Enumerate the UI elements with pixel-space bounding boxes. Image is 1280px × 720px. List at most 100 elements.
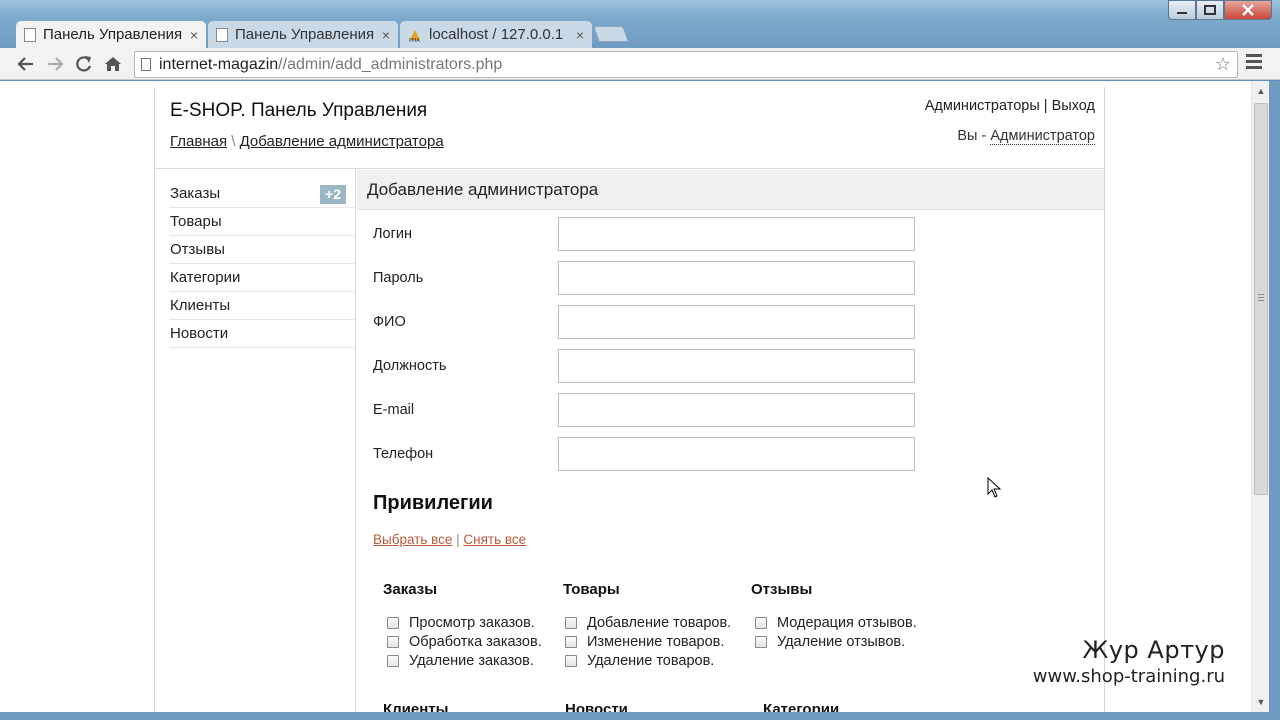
email-field[interactable]	[558, 393, 915, 427]
tab-2[interactable]: Панель Управления ×	[208, 21, 398, 48]
sidebar-item-label: Новости	[170, 325, 229, 342]
checkbox[interactable]	[387, 617, 399, 629]
watermark-name: Жур Артур	[1082, 636, 1225, 664]
close-window-icon[interactable]	[1224, 0, 1272, 20]
checkbox-label: Удаление товаров.	[587, 653, 715, 669]
sidebar-item-label: Отзывы	[170, 241, 225, 258]
link-separator: |	[1039, 98, 1052, 114]
checkbox[interactable]	[565, 636, 577, 648]
page-viewport: E-SHOP. Панель Управления Главная \ Доба…	[0, 81, 1251, 712]
bookmark-star-icon[interactable]: ☆	[1215, 52, 1231, 77]
current-user-link[interactable]: Администратор	[990, 128, 1095, 145]
close-tab-icon[interactable]: ×	[190, 27, 198, 43]
login-field[interactable]	[558, 217, 915, 251]
main-content: Добавление администратора Логин Пароль Ф…	[357, 170, 1104, 712]
full-name-field[interactable]	[558, 305, 915, 339]
page-icon	[141, 58, 151, 71]
author-watermark: Жур Артур www.shop-training.ru	[1033, 636, 1225, 687]
scroll-thumb[interactable]	[1254, 103, 1268, 495]
scroll-up-icon[interactable]: ▲	[1252, 83, 1270, 99]
sidebar: Заказы +2 Товары Отзывы Категории Клиент…	[155, 170, 356, 712]
privileges-heading: Привилегии	[373, 492, 493, 514]
home-icon[interactable]	[101, 52, 125, 76]
checkbox[interactable]	[755, 617, 767, 629]
sidebar-item-reviews[interactable]: Отзывы	[170, 236, 356, 264]
full-name-label: ФИО	[373, 314, 406, 330]
address-bar[interactable]: internet-magazin//admin/add_administrato…	[134, 51, 1238, 78]
privilege-checkbox[interactable]: Удаление отзывов.	[755, 634, 905, 650]
categories-privileges-title: Категории	[763, 701, 840, 712]
tab-3[interactable]: PMA localhost / 127.0.0.1 ×	[400, 21, 592, 48]
checkbox[interactable]	[565, 617, 577, 629]
checkbox-label: Добавление товаров.	[587, 615, 732, 631]
breadcrumb-separator: \	[227, 133, 240, 150]
privilege-checkbox[interactable]: Модерация отзывов.	[755, 615, 917, 631]
forward-arrow-icon[interactable]	[43, 52, 67, 76]
link-separator: |	[452, 532, 464, 547]
breadcrumb-current-link[interactable]: Добавление администратора	[240, 133, 444, 150]
sidebar-item-clients[interactable]: Клиенты	[170, 292, 356, 320]
sidebar-item-news[interactable]: Новости	[170, 320, 356, 348]
checkbox[interactable]	[755, 636, 767, 648]
checkbox-label: Изменение товаров.	[587, 634, 725, 650]
close-tab-icon[interactable]: ×	[576, 27, 584, 43]
section-title: Добавление администратора	[357, 170, 1104, 210]
privilege-checkbox[interactable]: Удаление товаров.	[565, 653, 714, 669]
back-arrow-icon[interactable]	[14, 52, 38, 76]
login-label: Логин	[373, 226, 412, 242]
tab-title: Панель Управления	[43, 26, 183, 43]
position-field[interactable]	[558, 349, 915, 383]
reload-icon[interactable]	[72, 52, 96, 76]
reviews-privileges-title: Отзывы	[751, 581, 813, 598]
password-label: Пароль	[373, 270, 424, 286]
sidebar-item-label: Клиенты	[170, 297, 231, 314]
phone-label: Телефон	[373, 446, 434, 462]
tab-title: Панель Управления	[235, 26, 375, 43]
sidebar-item-products[interactable]: Товары	[170, 208, 356, 236]
sidebar-item-orders[interactable]: Заказы +2	[170, 180, 356, 208]
privilege-checkbox[interactable]: Изменение товаров.	[565, 634, 724, 650]
minimize-icon[interactable]	[1168, 0, 1196, 20]
checkbox-label: Просмотр заказов.	[409, 615, 535, 631]
maximize-icon[interactable]	[1196, 0, 1224, 20]
checkbox-label: Обработка заказов.	[409, 634, 542, 650]
grip-icon	[1258, 294, 1264, 303]
orders-count-badge: +2	[320, 185, 346, 204]
privilege-checkbox[interactable]: Обработка заказов.	[387, 634, 542, 650]
breadcrumb: Главная \ Добавление администратора	[170, 133, 444, 150]
chrome-menu-icon[interactable]	[1246, 54, 1262, 72]
browser-toolbar: internet-magazin//admin/add_administrato…	[0, 48, 1280, 80]
privilege-checkbox[interactable]: Добавление товаров.	[565, 615, 731, 631]
privilege-checkbox[interactable]: Просмотр заказов.	[387, 615, 535, 631]
new-tab-button[interactable]	[593, 26, 629, 42]
sidebar-item-label: Категории	[170, 269, 241, 286]
page-icon	[24, 27, 36, 42]
privilege-checkbox[interactable]: Удаление заказов.	[387, 653, 534, 669]
clients-privileges-title: Клиенты	[383, 701, 449, 712]
administrators-link[interactable]: Администраторы	[925, 98, 1040, 114]
checkbox[interactable]	[565, 655, 577, 667]
close-tab-icon[interactable]: ×	[382, 27, 390, 43]
select-all-link[interactable]: Выбрать все	[373, 532, 452, 547]
sidebar-item-categories[interactable]: Категории	[170, 264, 356, 292]
checkbox-label: Удаление отзывов.	[777, 634, 906, 650]
phone-field[interactable]	[558, 437, 915, 471]
breadcrumb-home-link[interactable]: Главная	[170, 133, 227, 150]
deselect-all-link[interactable]: Снять все	[463, 532, 526, 547]
scroll-down-icon[interactable]: ▼	[1252, 694, 1270, 710]
phpmyadmin-icon: PMA	[408, 28, 422, 44]
products-privileges-title: Товары	[563, 581, 620, 598]
url-host: internet-magazin	[159, 56, 279, 73]
tab-1[interactable]: Панель Управления ×	[16, 21, 206, 48]
checkbox[interactable]	[387, 655, 399, 667]
current-user: Вы - Администратор	[957, 128, 1095, 145]
email-label: E-mail	[373, 402, 415, 418]
password-field[interactable]	[558, 261, 915, 295]
logout-link[interactable]: Выход	[1052, 98, 1095, 114]
checkbox-label: Модерация отзывов.	[777, 615, 917, 631]
position-label: Должность	[373, 358, 447, 374]
vertical-scrollbar[interactable]: ▲ ▼	[1251, 81, 1269, 712]
window-controls	[1168, 0, 1272, 20]
svg-text:PMA: PMA	[409, 38, 420, 42]
checkbox[interactable]	[387, 636, 399, 648]
